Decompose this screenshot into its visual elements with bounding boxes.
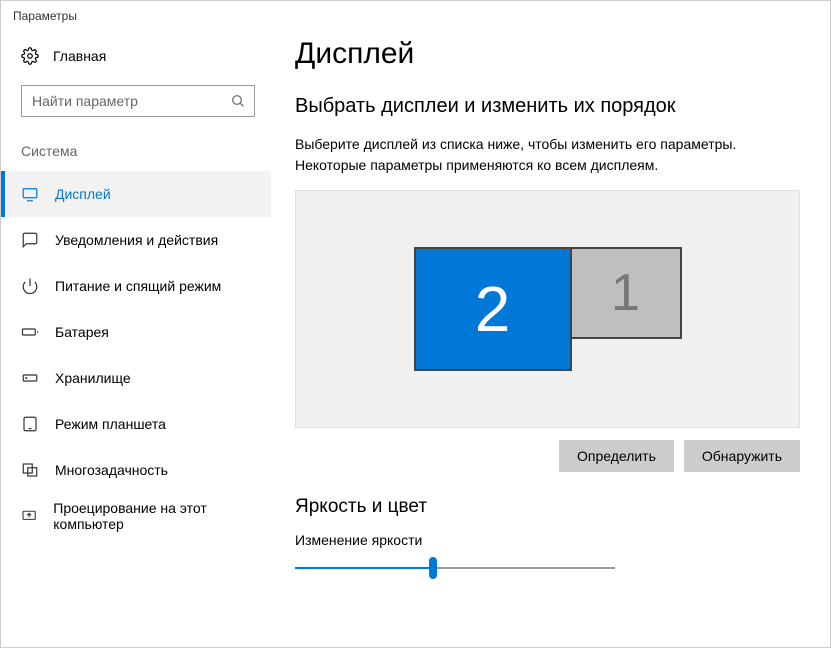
sidebar: Главная Система Дисплей Уведомления и дей… xyxy=(1,33,271,647)
home-link[interactable]: Главная xyxy=(1,33,271,79)
storage-icon xyxy=(21,369,39,387)
monitor-1[interactable]: 1 xyxy=(570,247,682,339)
nav-item-label: Батарея xyxy=(55,324,109,340)
arrange-description: Выберите дисплей из списка ниже, чтобы и… xyxy=(295,134,795,176)
nav-item-notifications[interactable]: Уведомления и действия xyxy=(1,217,271,263)
brightness-section-title: Яркость и цвет xyxy=(295,496,800,518)
nav-item-label: Проецирование на этот компьютер xyxy=(53,500,259,532)
display-icon xyxy=(21,185,39,203)
nav-item-label: Хранилище xyxy=(55,370,131,386)
brightness-label: Изменение яркости xyxy=(295,532,800,548)
monitor-2[interactable]: 2 xyxy=(414,247,572,371)
nav-item-display[interactable]: Дисплей xyxy=(1,171,271,217)
search-box[interactable] xyxy=(21,85,255,117)
sidebar-section-label: Система xyxy=(1,129,271,171)
notifications-icon xyxy=(21,231,39,249)
detect-button[interactable]: Обнаружить xyxy=(684,440,800,472)
main-content: Дисплей Выбрать дисплеи и изменить их по… xyxy=(271,33,830,647)
gear-icon xyxy=(21,47,39,65)
nav-item-label: Режим планшета xyxy=(55,416,166,432)
window-title: Параметры xyxy=(1,1,830,33)
home-label: Главная xyxy=(53,48,106,64)
project-icon xyxy=(21,507,37,525)
display-arrange-area[interactable]: 2 1 xyxy=(295,190,800,428)
page-title: Дисплей xyxy=(295,37,800,71)
identify-button[interactable]: Определить xyxy=(559,440,674,472)
nav-item-power[interactable]: Питание и спящий режим xyxy=(1,263,271,309)
nav-item-multitask[interactable]: Многозадачность xyxy=(1,447,271,493)
search-input[interactable] xyxy=(32,93,222,109)
multitask-icon xyxy=(21,461,39,479)
nav-list: Дисплей Уведомления и действия Питание и с… xyxy=(1,171,271,539)
tablet-icon xyxy=(21,415,39,433)
search-icon xyxy=(230,93,246,109)
battery-icon xyxy=(21,323,39,341)
power-icon xyxy=(21,277,39,295)
nav-item-label: Многозадачность xyxy=(55,462,168,478)
nav-item-battery[interactable]: Батарея xyxy=(1,309,271,355)
nav-item-label: Уведомления и действия xyxy=(55,232,218,248)
nav-item-storage[interactable]: Хранилище xyxy=(1,355,271,401)
arrange-title: Выбрать дисплеи и изменить их порядок xyxy=(295,95,800,118)
nav-item-label: Дисплей xyxy=(55,186,111,202)
slider-fill xyxy=(295,567,433,569)
brightness-slider[interactable] xyxy=(295,556,615,580)
slider-thumb[interactable] xyxy=(429,557,437,579)
nav-item-project[interactable]: Проецирование на этот компьютер xyxy=(1,493,271,539)
nav-item-tablet[interactable]: Режим планшета xyxy=(1,401,271,447)
nav-item-label: Питание и спящий режим xyxy=(55,278,221,294)
